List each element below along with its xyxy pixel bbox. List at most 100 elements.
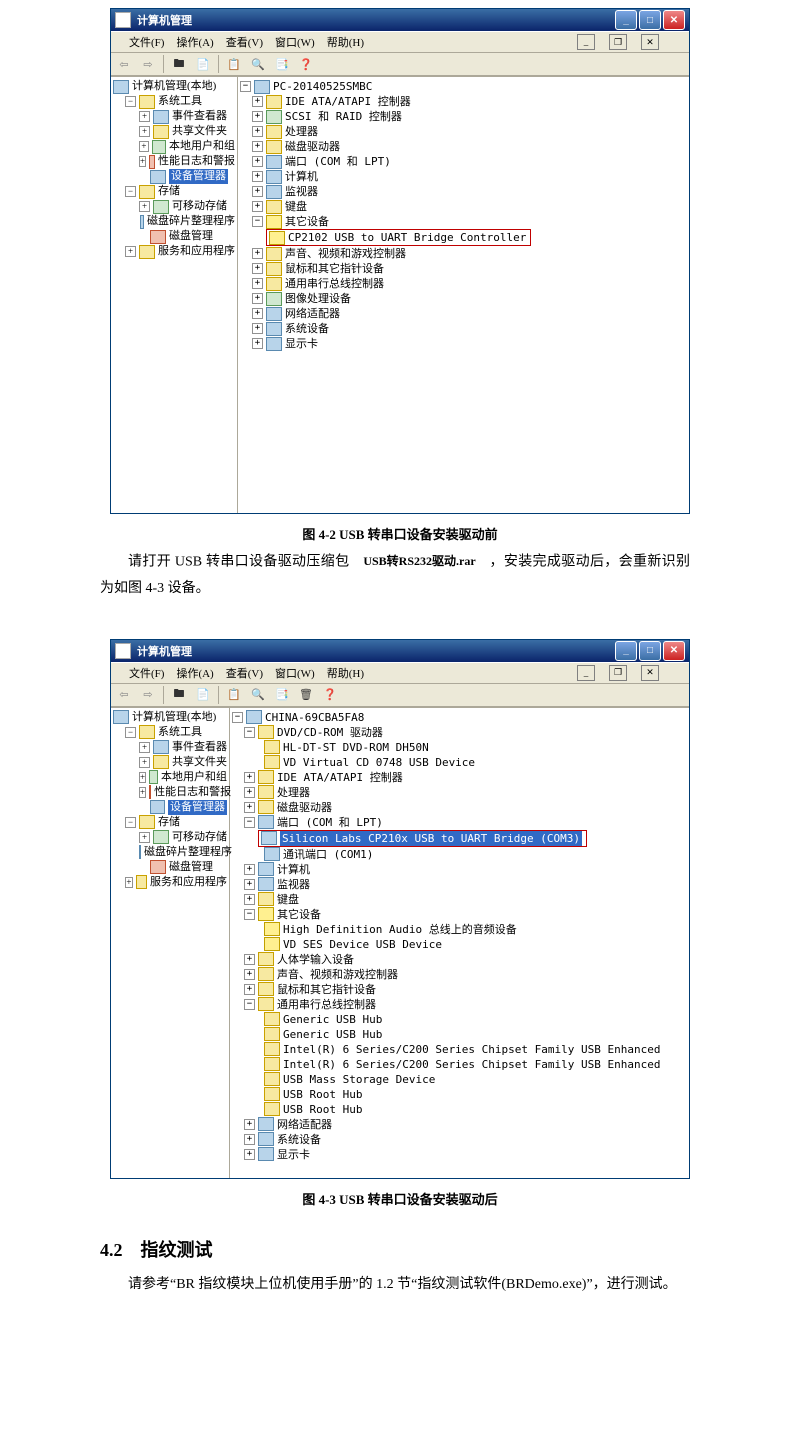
tree-item[interactable]: 存储 xyxy=(158,815,180,830)
tree-item[interactable]: Intel(R) 6 Series/C200 Series Chipset Fa… xyxy=(283,1042,661,1057)
tree-item[interactable]: 性能日志和警报 xyxy=(158,154,235,169)
maximize-button[interactable]: □ xyxy=(639,641,661,661)
tree-item[interactable]: 其它设备 xyxy=(285,214,329,229)
tree-item[interactable]: 服务和应用程序 xyxy=(158,244,235,259)
tree-item[interactable]: 可移动存储 xyxy=(172,199,227,214)
back-button[interactable]: ⇦ xyxy=(115,686,133,704)
tree-item[interactable]: VD Virtual CD 0748 USB Device xyxy=(283,755,475,770)
expand-icon[interactable]: + xyxy=(139,201,150,212)
expand-icon[interactable]: + xyxy=(139,141,149,152)
tree-item[interactable]: 磁盘碎片整理程序 xyxy=(144,845,232,860)
tree-item[interactable]: 本地用户和组 xyxy=(169,139,235,154)
tree-item[interactable]: 本地用户和组 xyxy=(161,770,227,785)
tree-item[interactable]: 计算机 xyxy=(277,862,310,877)
expand-icon[interactable]: + xyxy=(244,1134,255,1145)
tree-item[interactable]: 显示卡 xyxy=(277,1147,310,1162)
tree-item[interactable]: 处理器 xyxy=(285,124,318,139)
tree-item-selected[interactable]: 设备管理器 xyxy=(168,800,227,815)
toolbar-icon[interactable]: 🖿 xyxy=(170,686,188,704)
mdi-minimize-button[interactable]: _ xyxy=(577,34,595,50)
minimize-button[interactable]: _ xyxy=(615,641,637,661)
tree-item[interactable]: 系统设备 xyxy=(285,321,329,336)
tree-left[interactable]: 计算机管理(本地) −系统工具 +事件查看器 +共享文件夹 +本地用户和组 +性… xyxy=(111,708,230,1178)
collapse-icon[interactable]: − xyxy=(244,817,255,828)
menu-item[interactable]: 窗口(W) xyxy=(275,665,315,681)
collapse-icon[interactable]: − xyxy=(244,909,255,920)
expand-icon[interactable]: + xyxy=(244,984,255,995)
tree-item[interactable]: 声音、视频和游戏控制器 xyxy=(285,246,406,261)
tree-item[interactable]: 事件查看器 xyxy=(172,740,227,755)
back-button[interactable]: ⇦ xyxy=(115,55,133,73)
expand-icon[interactable]: + xyxy=(252,171,263,182)
tree-item[interactable]: 显示卡 xyxy=(285,336,318,351)
tree-item[interactable]: 鼠标和其它指针设备 xyxy=(277,982,376,997)
expand-icon[interactable]: + xyxy=(252,141,263,152)
close-button[interactable]: ✕ xyxy=(663,10,685,30)
expand-icon[interactable]: + xyxy=(244,894,255,905)
tree-item[interactable]: High Definition Audio 总线上的音频设备 xyxy=(283,922,517,937)
expand-icon[interactable]: + xyxy=(252,126,263,137)
expand-icon[interactable]: + xyxy=(139,772,146,783)
tree-item[interactable]: 通讯端口 (COM1) xyxy=(283,847,373,862)
tree-item[interactable]: USB Mass Storage Device xyxy=(283,1072,435,1087)
collapse-icon[interactable]: − xyxy=(252,216,263,227)
collapse-icon[interactable]: − xyxy=(244,727,255,738)
mdi-restore-button[interactable]: ❐ xyxy=(609,665,627,681)
tree-item[interactable]: SCSI 和 RAID 控制器 xyxy=(285,109,402,124)
mdi-close-button[interactable]: ✕ xyxy=(641,34,659,50)
expand-icon[interactable]: + xyxy=(139,757,150,768)
minimize-button[interactable]: _ xyxy=(615,10,637,30)
tree-item[interactable]: Intel(R) 6 Series/C200 Series Chipset Fa… xyxy=(283,1057,661,1072)
expand-icon[interactable]: + xyxy=(252,156,263,167)
titlebar[interactable]: 计算机管理 _ □ ✕ xyxy=(111,9,689,31)
expand-icon[interactable]: + xyxy=(244,954,255,965)
expand-icon[interactable]: + xyxy=(244,787,255,798)
menu-item[interactable]: 操作(A) xyxy=(176,34,213,50)
tree-item[interactable]: 端口 (COM 和 LPT) xyxy=(285,154,391,169)
tree-item[interactable]: 通用串行总线控制器 xyxy=(285,276,384,291)
device-cp210x[interactable]: Silicon Labs CP210x USB to UART Bridge (… xyxy=(280,831,582,846)
tree-item[interactable]: 网络适配器 xyxy=(285,306,340,321)
expand-icon[interactable]: + xyxy=(139,111,150,122)
expand-icon[interactable]: + xyxy=(244,772,255,783)
tree-right[interactable]: −CHINA-69CBA5FA8 −DVD/CD-ROM 驱动器 HL-DT-S… xyxy=(230,708,689,1178)
expand-icon[interactable]: + xyxy=(252,278,263,289)
collapse-icon[interactable]: − xyxy=(125,817,136,828)
tree-item[interactable]: 图像处理设备 xyxy=(285,291,351,306)
expand-icon[interactable]: + xyxy=(252,201,263,212)
menu-item[interactable]: 文件(F) xyxy=(129,665,164,681)
expand-icon[interactable]: + xyxy=(252,248,263,259)
tree-item[interactable]: 计算机管理(本地) xyxy=(132,710,216,725)
toolbar-icon[interactable]: ❓ xyxy=(297,55,315,73)
tree-item[interactable]: 磁盘管理 xyxy=(169,229,213,244)
tree-right[interactable]: −PC-20140525SMBC +IDE ATA/ATAPI 控制器 +SCS… xyxy=(238,77,689,513)
titlebar[interactable]: 计算机管理 _ □ ✕ xyxy=(111,640,689,662)
expand-icon[interactable]: + xyxy=(139,742,150,753)
tree-item[interactable]: 磁盘驱动器 xyxy=(277,800,332,815)
tree-item[interactable]: 磁盘碎片整理程序 xyxy=(147,214,235,229)
tree-item[interactable]: USB Root Hub xyxy=(283,1087,362,1102)
expand-icon[interactable]: + xyxy=(252,96,263,107)
tree-left[interactable]: 计算机管理(本地) −系统工具 +事件查看器 +共享文件夹 +本地用户和组 +性… xyxy=(111,77,238,513)
expand-icon[interactable]: + xyxy=(244,969,255,980)
tree-item[interactable]: 磁盘管理 xyxy=(169,860,213,875)
tree-item[interactable]: 键盘 xyxy=(277,892,299,907)
tree-item[interactable]: VD SES Device USB Device xyxy=(283,937,442,952)
tree-item[interactable]: Generic USB Hub xyxy=(283,1027,382,1042)
menu-item[interactable]: 查看(V) xyxy=(226,665,263,681)
toolbar-icon[interactable]: 🔍 xyxy=(249,55,267,73)
tree-item[interactable]: 系统工具 xyxy=(158,94,202,109)
tree-item[interactable]: IDE ATA/ATAPI 控制器 xyxy=(277,770,403,785)
tree-item[interactable]: 网络适配器 xyxy=(277,1117,332,1132)
expand-icon[interactable]: + xyxy=(252,186,263,197)
rar-filename[interactable]: USB转RS232驱动.rar xyxy=(363,554,475,568)
tree-item[interactable]: 共享文件夹 xyxy=(172,755,227,770)
tree-item[interactable]: 处理器 xyxy=(277,785,310,800)
menu-item[interactable]: 操作(A) xyxy=(176,665,213,681)
close-button[interactable]: ✕ xyxy=(663,641,685,661)
tree-item[interactable]: IDE ATA/ATAPI 控制器 xyxy=(285,94,411,109)
toolbar-icon[interactable]: 📋 xyxy=(225,686,243,704)
expand-icon[interactable]: + xyxy=(252,338,263,349)
tree-item[interactable]: 系统设备 xyxy=(277,1132,321,1147)
expand-icon[interactable]: + xyxy=(244,1119,255,1130)
